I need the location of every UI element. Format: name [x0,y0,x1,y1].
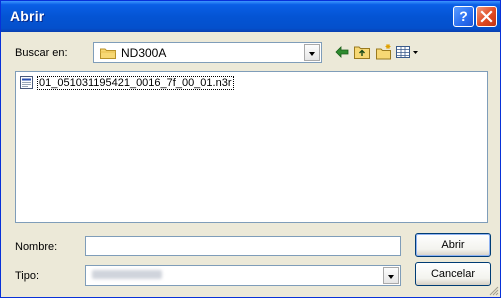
filename-input[interactable] [85,236,401,256]
up-folder-icon[interactable] [353,43,371,61]
filetype-label: Tipo: [15,270,40,282]
filetype-value-blurred [92,270,162,279]
cancel-button[interactable]: Cancelar [415,262,491,286]
chevron-down-icon[interactable] [383,267,399,284]
help-button[interactable]: ? [453,6,474,27]
chevron-down-icon[interactable] [304,44,320,61]
window-title: Abrir [10,8,45,24]
back-arrow-icon[interactable] [333,43,351,61]
close-icon [480,10,493,23]
help-icon: ? [459,8,468,24]
close-button[interactable] [476,6,497,27]
look-in-label: Buscar en: [15,47,68,59]
open-dialog: Abrir ? Buscar en: ND300A 01_05103119542… [0,0,501,298]
file-list[interactable]: 01_051031195421_0016_7f_00_01.n3r [15,71,488,223]
document-icon [20,76,33,89]
look-in-combo[interactable]: ND300A [93,42,322,63]
filename-label: Nombre: [15,241,58,253]
open-button[interactable]: Abrir [415,233,491,257]
look-in-value: ND300A [121,46,167,60]
title-bar[interactable]: Abrir ? [1,1,500,32]
view-menu-icon[interactable] [395,43,421,61]
new-folder-icon[interactable] [375,43,393,61]
file-name: 01_051031195421_0016_7f_00_01.n3r [37,76,234,90]
folder-icon [100,48,116,59]
resize-grip-icon[interactable] [487,284,499,296]
filetype-combo[interactable] [85,265,401,286]
